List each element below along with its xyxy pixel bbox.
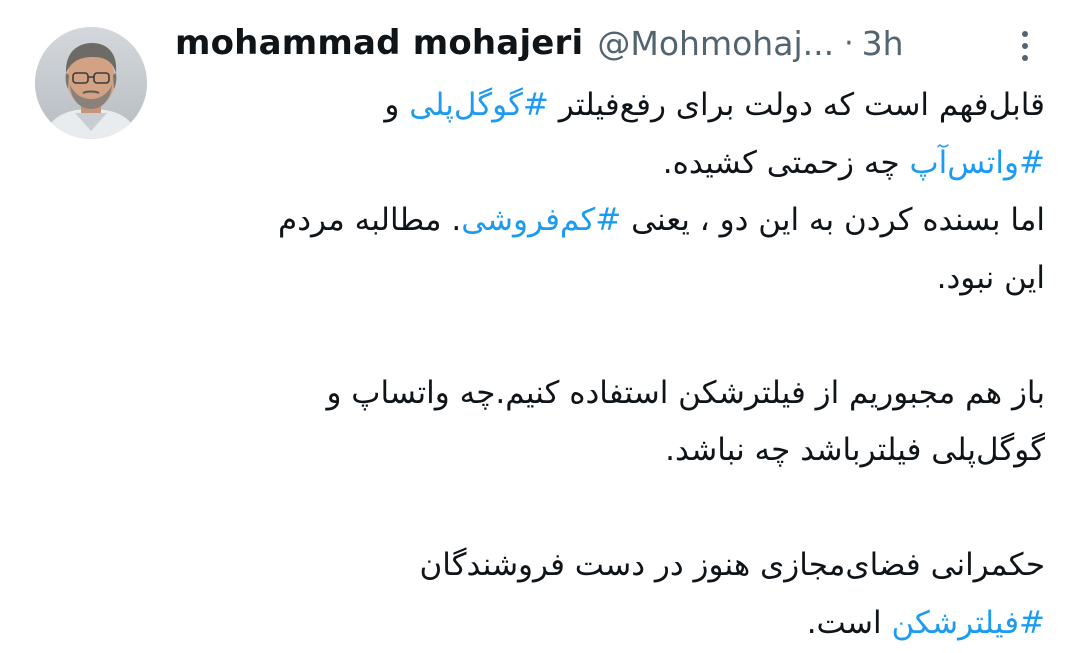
tweet-text: قابل‌فهم است که دولت برای رفع‌فیلتر #گوگ… [175, 77, 1045, 652]
profile-photo-icon [35, 27, 147, 139]
more-options-button[interactable] [1005, 26, 1045, 66]
tweet-text-line: این نبود. [175, 250, 1045, 308]
text-segment: و [384, 87, 410, 123]
tweet-text-line: #فیلترشکن است. [175, 595, 1045, 653]
tweet: mohammad mohajeri @Mohmohaj... · 3h قابل… [0, 0, 1080, 653]
paragraph-break [175, 307, 1045, 365]
text-segment: حکمرانی فضای‌مجازی هنوز در دست فروشندگان [419, 547, 1045, 583]
text-segment: باز هم مجبوریم از فیلترشکن استفاده کنیم.… [326, 374, 1045, 411]
text-segment: این نبود. [936, 259, 1045, 296]
tweet-text-line: گوگل‌پلی فیلترباشد چه نباشد. [175, 422, 1045, 480]
hashtag-link[interactable]: #فیلترشکن [891, 605, 1045, 641]
tweet-text-line: حکمرانی فضای‌مجازی هنوز در دست فروشندگان [175, 537, 1045, 595]
author-handle[interactable]: @Mohmohaj... [597, 24, 834, 63]
hashtag-link[interactable]: #واتس‌آپ [909, 145, 1045, 181]
separator-dot: · [844, 25, 854, 61]
paragraph-break [175, 480, 1045, 538]
text-segment: . مطالبه مردم [278, 202, 462, 238]
tweet-text-line: قابل‌فهم است که دولت برای رفع‌فیلتر #گوگ… [175, 77, 1045, 135]
tweet-header: mohammad mohajeri @Mohmohaj... · 3h [175, 18, 904, 68]
text-segment: است. [806, 604, 892, 641]
text-segment: گوگل‌پلی فیلترباشد چه نباشد. [665, 432, 1045, 468]
hashtag-link[interactable]: #گوگل‌پلی [409, 87, 549, 123]
more-vertical-icon [1022, 31, 1028, 61]
tweet-text-line: #واتس‌آپ چه زحمتی کشیده. [175, 135, 1045, 193]
text-segment: قابل‌فهم است که دولت برای رفع‌فیلتر [548, 87, 1045, 123]
text-segment: چه زحمتی کشیده. [662, 144, 910, 181]
tweet-text-line: باز هم مجبوریم از فیلترشکن استفاده کنیم.… [175, 365, 1045, 423]
text-segment: اما بسنده کردن به این دو ، یعنی [621, 202, 1045, 238]
hashtag-link[interactable]: #کم‌فروشی [461, 202, 621, 238]
tweet-timestamp[interactable]: 3h [862, 24, 904, 63]
tweet-text-line: اما بسنده کردن به این دو ، یعنی #کم‌فروش… [175, 192, 1045, 250]
avatar[interactable] [35, 27, 147, 139]
author-display-name[interactable]: mohammad mohajeri [175, 23, 583, 63]
